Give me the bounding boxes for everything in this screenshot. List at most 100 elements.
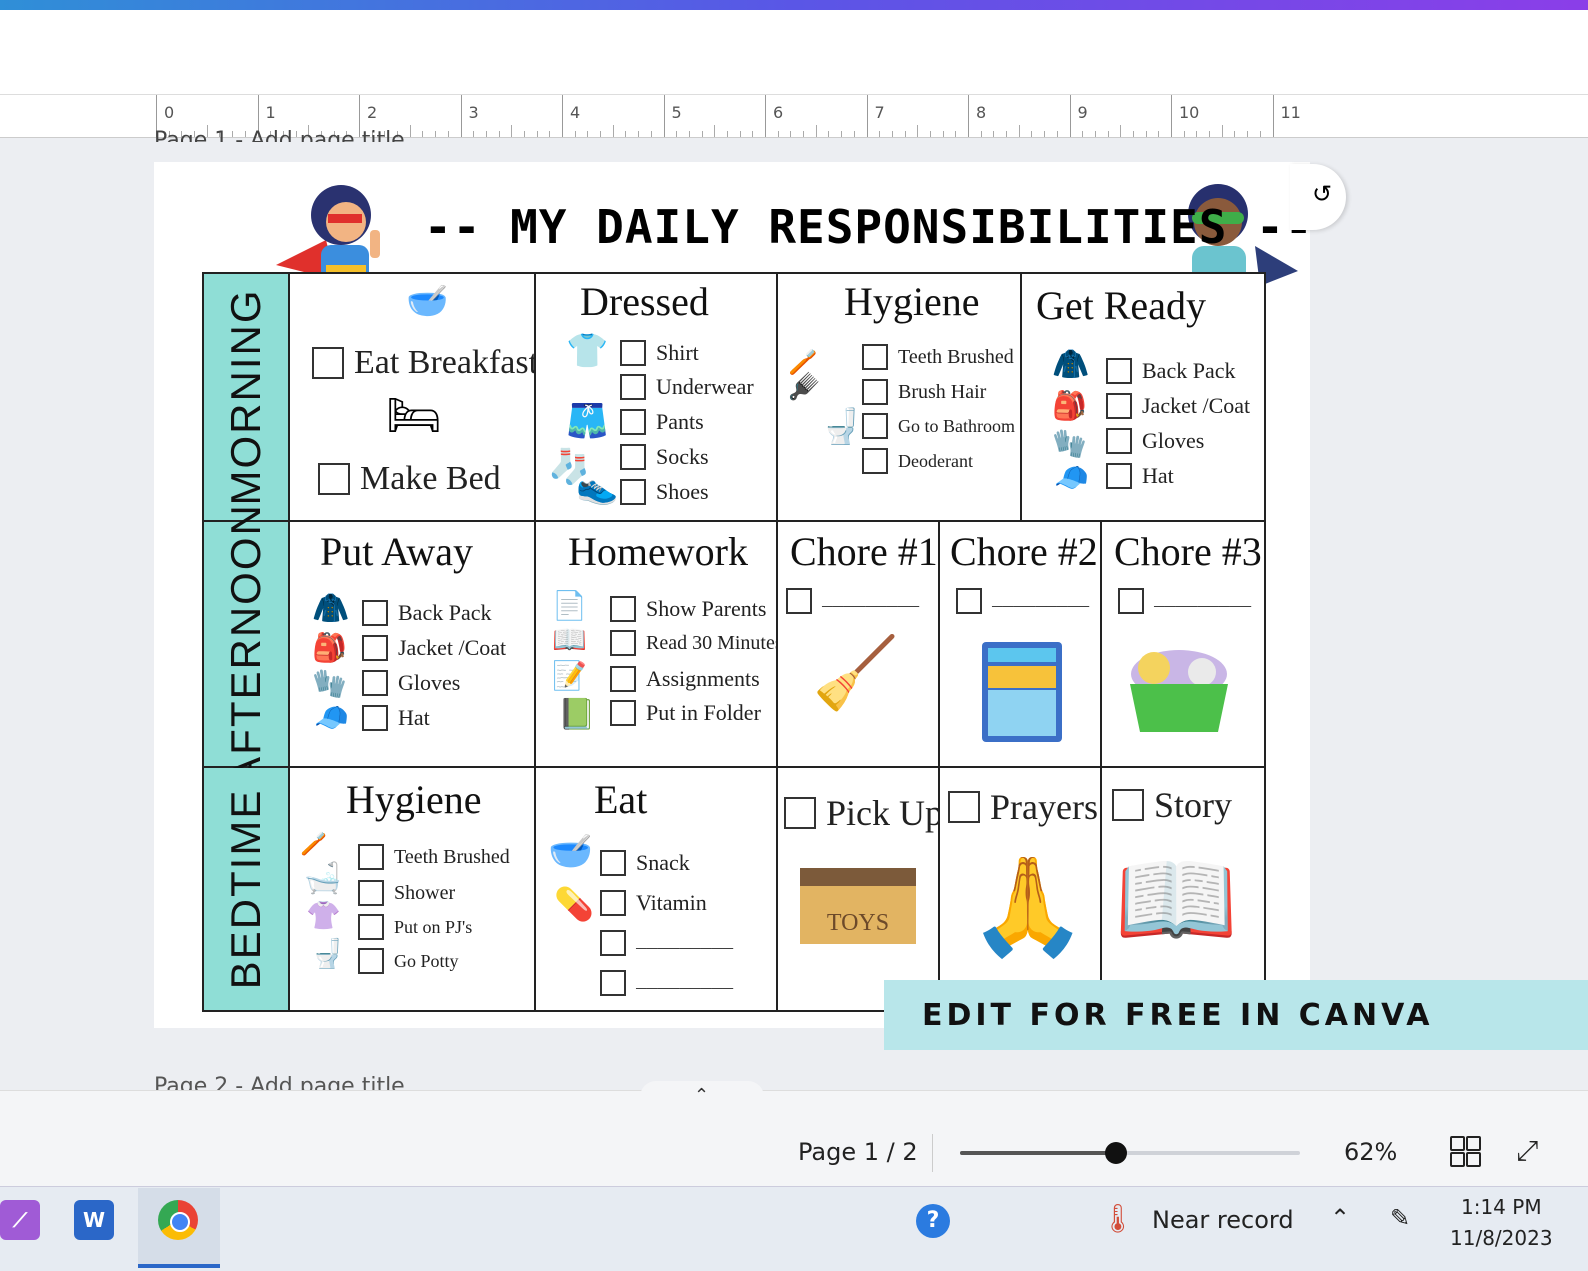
- thermometer-icon[interactable]: 🌡: [1100, 1202, 1136, 1235]
- checkbox[interactable]: [620, 409, 646, 435]
- list-item[interactable]: Deoderant: [862, 448, 973, 474]
- checkbox[interactable]: [358, 880, 384, 906]
- list-item[interactable]: Story: [1112, 784, 1232, 826]
- open-book-icon: 📖: [1114, 841, 1239, 958]
- list-item[interactable]: Brush Hair: [862, 379, 986, 405]
- page-1-title[interactable]: Page 1 - Add page title: [154, 128, 405, 142]
- checkbox[interactable]: [620, 479, 646, 505]
- list-item[interactable]: Hat: [1106, 463, 1174, 489]
- checkbox[interactable]: [784, 797, 816, 829]
- checkbox[interactable]: [620, 444, 646, 470]
- checkbox[interactable]: [1118, 588, 1144, 614]
- checkbox[interactable]: [312, 347, 344, 379]
- word-app-icon[interactable]: W: [74, 1200, 114, 1240]
- checkbox[interactable]: [862, 448, 888, 474]
- help-icon[interactable]: ?: [916, 1204, 950, 1238]
- pen-icon[interactable]: ✎: [1390, 1204, 1410, 1232]
- list-item[interactable]: Go Potty: [358, 948, 459, 974]
- checkbox[interactable]: [610, 666, 636, 692]
- list-item[interactable]: Jacket /Coat: [362, 635, 506, 661]
- list-item[interactable]: Show Parents: [610, 596, 766, 622]
- checkbox[interactable]: [620, 374, 646, 400]
- list-item[interactable]: Pick Up: [784, 792, 943, 834]
- grid-view-icon[interactable]: [1450, 1136, 1481, 1167]
- page-2-title[interactable]: Page 2 - Add page title: [154, 1074, 405, 1090]
- zoom-percentage[interactable]: 62%: [1344, 1138, 1397, 1166]
- list-item[interactable]: Teeth Brushed: [358, 844, 510, 870]
- list-item[interactable]: Socks: [620, 444, 709, 470]
- checkbox[interactable]: [600, 970, 626, 996]
- list-item[interactable]: Put in Folder: [610, 700, 761, 726]
- list-item[interactable]: Underwear: [620, 374, 754, 400]
- add-comment-button[interactable]: ↺: [1290, 164, 1346, 230]
- expand-notes-button[interactable]: ⌃: [640, 1081, 764, 1111]
- list-item[interactable]: _________: [1118, 588, 1251, 614]
- list-item[interactable]: Prayers: [948, 786, 1098, 828]
- ruler-tick: [929, 131, 931, 137]
- checkbox[interactable]: [362, 670, 388, 696]
- page-indicator[interactable]: Page 1 / 2: [798, 1138, 918, 1166]
- list-item[interactable]: _________: [600, 970, 733, 996]
- checkbox[interactable]: [1106, 358, 1132, 384]
- checkbox[interactable]: [600, 890, 626, 916]
- list-item[interactable]: Eat Breakfast: [312, 344, 538, 382]
- checkbox[interactable]: [358, 914, 384, 940]
- checkbox[interactable]: [862, 344, 888, 370]
- list-item[interactable]: Shower: [358, 880, 455, 906]
- checkbox[interactable]: [610, 630, 636, 656]
- chrome-app-icon[interactable]: [158, 1200, 198, 1240]
- list-item[interactable]: Shirt: [620, 340, 699, 366]
- checkbox[interactable]: [362, 705, 388, 731]
- checkbox[interactable]: [1112, 789, 1144, 821]
- list-item[interactable]: _________: [956, 588, 1089, 614]
- system-clock[interactable]: 1:14 PM 11/8/2023: [1450, 1192, 1553, 1254]
- list-item[interactable]: Go to Bathroom: [862, 413, 1015, 439]
- list-item[interactable]: Teeth Brushed: [862, 344, 1014, 370]
- checkbox[interactable]: [600, 850, 626, 876]
- checkbox[interactable]: [1106, 463, 1132, 489]
- design-page[interactable]: -- MY DAILY RESPONSIBILITIES -- MORNING …: [154, 162, 1313, 1028]
- list-item[interactable]: Read 30 Minutes: [610, 630, 783, 656]
- list-item[interactable]: Snack: [600, 850, 690, 876]
- shirt-icon: 👕: [566, 331, 609, 371]
- checkbox[interactable]: [358, 948, 384, 974]
- checkbox[interactable]: [948, 791, 980, 823]
- checkbox[interactable]: [862, 379, 888, 405]
- list-item[interactable]: Gloves: [362, 670, 460, 696]
- jacket-icon: 🧥: [312, 591, 350, 626]
- zoom-slider[interactable]: [960, 1142, 1300, 1164]
- ruler-tick: [1006, 131, 1008, 137]
- checkbox[interactable]: [1106, 428, 1132, 454]
- checkbox[interactable]: [358, 844, 384, 870]
- fullscreen-icon[interactable]: ⤢: [1516, 1134, 1538, 1168]
- checkbox[interactable]: [600, 930, 626, 956]
- list-item[interactable]: Shoes: [620, 479, 709, 505]
- list-item[interactable]: Back Pack: [1106, 358, 1235, 384]
- list-item[interactable]: _________: [786, 588, 919, 614]
- ruler-tick: [1094, 131, 1096, 137]
- cell-dressed: Dressed 👕 🩳 🧦 👟 Shirt Underwear Pants So…: [536, 274, 778, 522]
- checkbox[interactable]: [620, 340, 646, 366]
- list-item[interactable]: _________: [600, 930, 733, 956]
- checkbox[interactable]: [362, 635, 388, 661]
- list-item[interactable]: Gloves: [1106, 428, 1204, 454]
- checkbox[interactable]: [862, 413, 888, 439]
- checkbox[interactable]: [1106, 393, 1132, 419]
- checkbox[interactable]: [318, 463, 350, 495]
- list-item[interactable]: Assignments: [610, 666, 760, 692]
- checkbox[interactable]: [610, 596, 636, 622]
- checkbox[interactable]: [956, 588, 982, 614]
- affinity-app-icon[interactable]: ⟋: [0, 1200, 40, 1240]
- list-item[interactable]: Back Pack: [362, 600, 491, 626]
- list-item[interactable]: Jacket /Coat: [1106, 393, 1250, 419]
- list-item[interactable]: Vitamin: [600, 890, 707, 916]
- list-item[interactable]: Put on PJ's: [358, 914, 472, 940]
- list-item[interactable]: Make Bed: [318, 460, 501, 498]
- tray-chevron-up-icon[interactable]: ⌃: [1330, 1204, 1350, 1232]
- weather-text[interactable]: Near record: [1152, 1206, 1294, 1234]
- checkbox[interactable]: [610, 700, 636, 726]
- checkbox[interactable]: [786, 588, 812, 614]
- list-item[interactable]: Hat: [362, 705, 430, 731]
- checkbox[interactable]: [362, 600, 388, 626]
- list-item[interactable]: Pants: [620, 409, 704, 435]
